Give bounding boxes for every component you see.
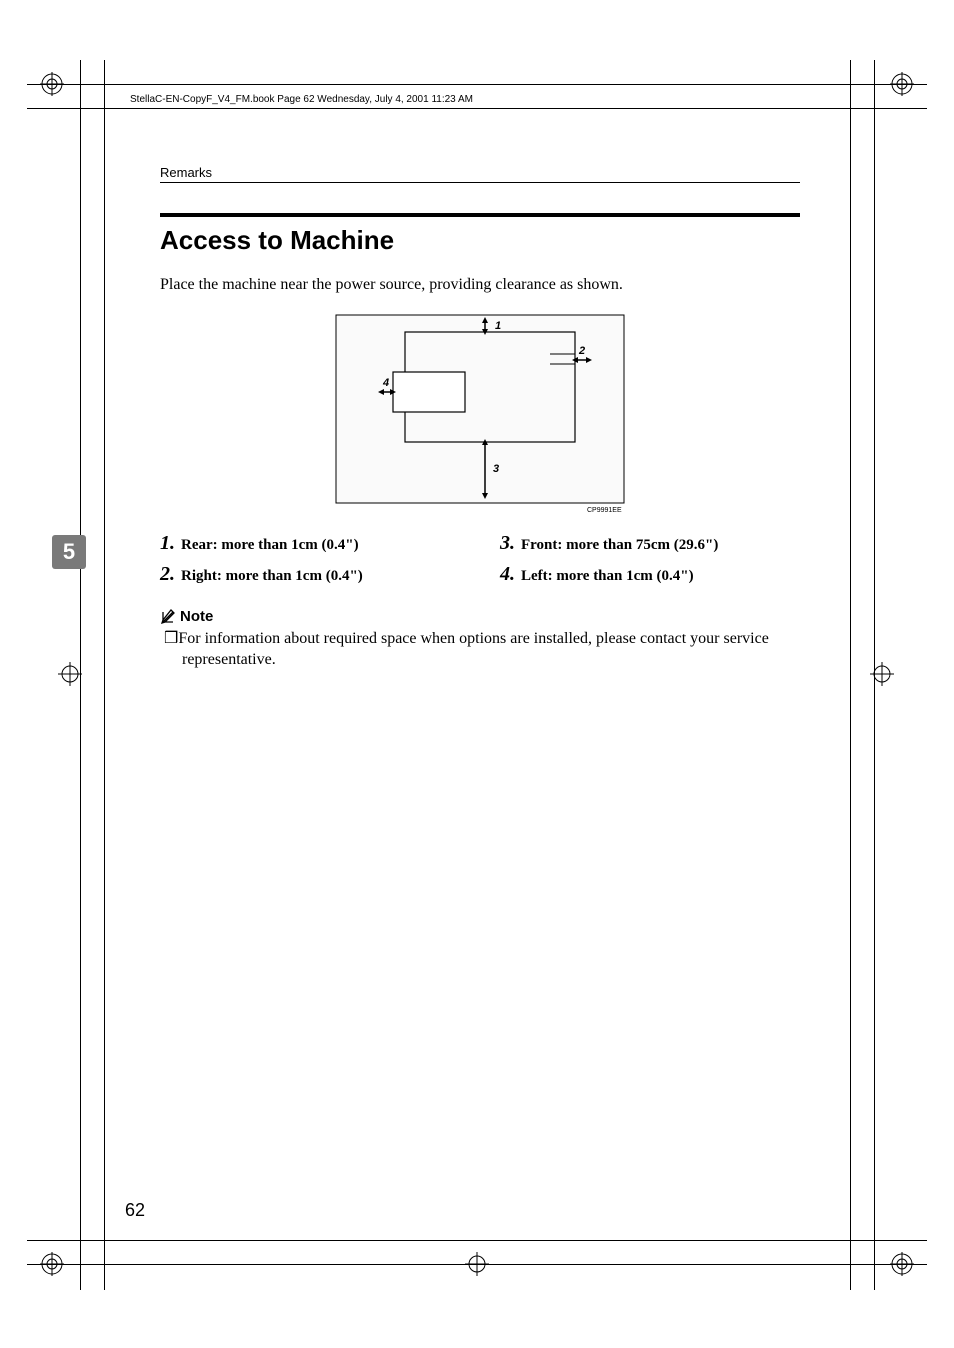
note-bullet-icon: ❒ — [164, 630, 178, 647]
crop-line — [27, 1240, 927, 1241]
crop-line — [27, 108, 927, 109]
page-content: Remarks Access to Machine Place the mach… — [160, 165, 800, 671]
registration-mark-icon — [58, 662, 82, 686]
chapter-tab: 5 — [52, 535, 86, 569]
clearance-item: 1. Rear: more than 1cm (0.4") — [160, 532, 460, 555]
registration-mark-icon — [890, 72, 914, 96]
clearance-item: 4. Left: more than 1cm (0.4") — [500, 563, 800, 586]
svg-text:3: 3 — [493, 463, 499, 475]
item-text: Rear: more than 1cm (0.4") — [181, 537, 359, 554]
clearance-col-left: 1. Rear: more than 1cm (0.4") 2. Right: … — [160, 532, 460, 594]
print-header: StellaC-EN-CopyF_V4_FM.book Page 62 Wedn… — [130, 94, 473, 105]
note-heading: Note — [160, 608, 800, 625]
item-number: 2. — [160, 563, 175, 586]
note-text: For information about required space whe… — [178, 630, 768, 668]
note-body: ❒For information about required space wh… — [160, 629, 800, 671]
registration-mark-icon — [870, 662, 894, 686]
crop-line — [27, 84, 927, 85]
clearance-diagram: 1 2 3 4 CP9991EE — [335, 314, 625, 514]
registration-mark-icon — [40, 72, 64, 96]
crop-line — [850, 60, 851, 1290]
clearance-item: 2. Right: more than 1cm (0.4") — [160, 563, 460, 586]
note-label: Note — [180, 608, 213, 625]
registration-mark-icon — [465, 1252, 489, 1276]
clearance-list: 1. Rear: more than 1cm (0.4") 2. Right: … — [160, 532, 800, 594]
page-number: 62 — [125, 1200, 145, 1221]
item-number: 3. — [500, 532, 515, 555]
svg-text:4: 4 — [382, 377, 389, 389]
item-number: 1. — [160, 532, 175, 555]
item-text: Right: more than 1cm (0.4") — [181, 568, 363, 585]
crop-line — [104, 60, 105, 1290]
item-text: Left: more than 1cm (0.4") — [521, 568, 694, 585]
item-number: 4. — [500, 563, 515, 586]
section-title: Access to Machine — [160, 225, 800, 256]
clearance-col-right: 3. Front: more than 75cm (29.6") 4. Left… — [500, 532, 800, 594]
note-icon — [160, 609, 176, 625]
registration-mark-icon — [890, 1252, 914, 1276]
clearance-item: 3. Front: more than 75cm (29.6") — [500, 532, 800, 555]
registration-mark-icon — [40, 1252, 64, 1276]
item-text: Front: more than 75cm (29.6") — [521, 537, 718, 554]
svg-text:1: 1 — [495, 320, 501, 332]
intro-paragraph: Place the machine near the power source,… — [160, 276, 800, 294]
running-header: Remarks — [160, 165, 800, 183]
section-rule — [160, 213, 800, 217]
svg-text:2: 2 — [578, 345, 585, 357]
diagram-code: CP9991EE — [587, 507, 622, 514]
